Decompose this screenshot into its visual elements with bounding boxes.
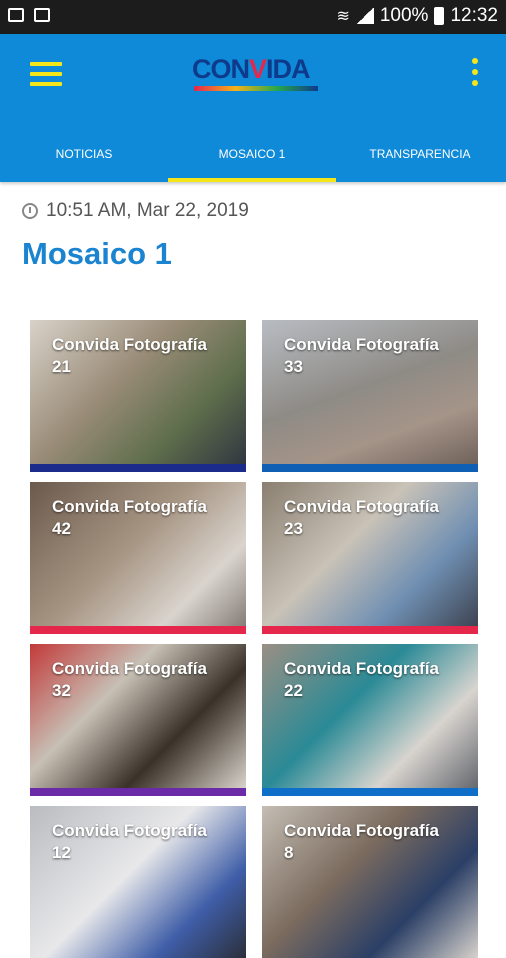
post-meta: 10:51 AM, Mar 22, 2019 <box>22 200 249 222</box>
photo-tile[interactable]: Convida Fotografía 23 <box>262 482 478 634</box>
image-notification-icon <box>8 8 24 22</box>
photo-tile[interactable]: Convida Fotografía 21 <box>30 320 246 472</box>
tile-label: Convida Fotografía 22 <box>284 659 439 700</box>
tab-transparencia[interactable]: TRANSPARENCIA <box>336 126 504 182</box>
tile-label: Convida Fotografía 12 <box>52 821 207 862</box>
tab-noticias[interactable]: NOTICIAS <box>0 126 168 182</box>
tile-strip <box>262 788 478 796</box>
tile-label: Convida Fotografía 8 <box>284 821 439 862</box>
tile-label: Convida Fotografía 33 <box>284 335 439 376</box>
photo-tile[interactable]: Convida Fotografía 8 <box>262 806 478 958</box>
tile-label: Convida Fotografía 21 <box>52 335 207 376</box>
more-vert-icon[interactable] <box>472 58 478 86</box>
signal-icon <box>355 8 374 24</box>
page-title: Mosaico 1 <box>22 236 172 271</box>
photo-tile[interactable]: Convida Fotografía 42 <box>30 482 246 634</box>
tile-strip <box>30 626 246 634</box>
photo-tile[interactable]: Convida Fotografía 32 <box>30 644 246 796</box>
photo-tile[interactable]: Convida Fotografía 12 <box>30 806 246 958</box>
app-bar: CONVIDA NOTICIAS MOSAICO 1 TRANSPARENCIA <box>0 34 506 182</box>
tile-label: Convida Fotografía 32 <box>52 659 207 700</box>
voicemail-icon <box>34 8 50 22</box>
tile-label: Convida Fotografía 42 <box>52 497 207 538</box>
tile-label: Convida Fotografía 23 <box>284 497 439 538</box>
tile-strip <box>30 464 246 472</box>
tab-bar: NOTICIAS MOSAICO 1 TRANSPARENCIA <box>0 126 506 182</box>
tab-mosaico-1[interactable]: MOSAICO 1 <box>168 126 336 182</box>
tile-strip <box>262 626 478 634</box>
clock-time: 12:32 <box>450 5 498 26</box>
battery-icon <box>434 7 445 25</box>
clock-icon <box>22 203 38 219</box>
wifi-icon: ≋ <box>336 8 350 25</box>
photo-tile[interactable]: Convida Fotografía 22 <box>262 644 478 796</box>
tile-strip <box>30 788 246 796</box>
battery-level: 100% <box>379 5 429 26</box>
post-timestamp: 10:51 AM, Mar 22, 2019 <box>46 200 249 221</box>
tile-strip <box>262 464 478 472</box>
photo-tile[interactable]: Convida Fotografía 33 <box>262 320 478 472</box>
convida-logo: CONVIDA <box>192 54 320 98</box>
menu-icon[interactable] <box>30 62 62 86</box>
status-bar: ≋ 100% 12:32 <box>0 0 506 34</box>
